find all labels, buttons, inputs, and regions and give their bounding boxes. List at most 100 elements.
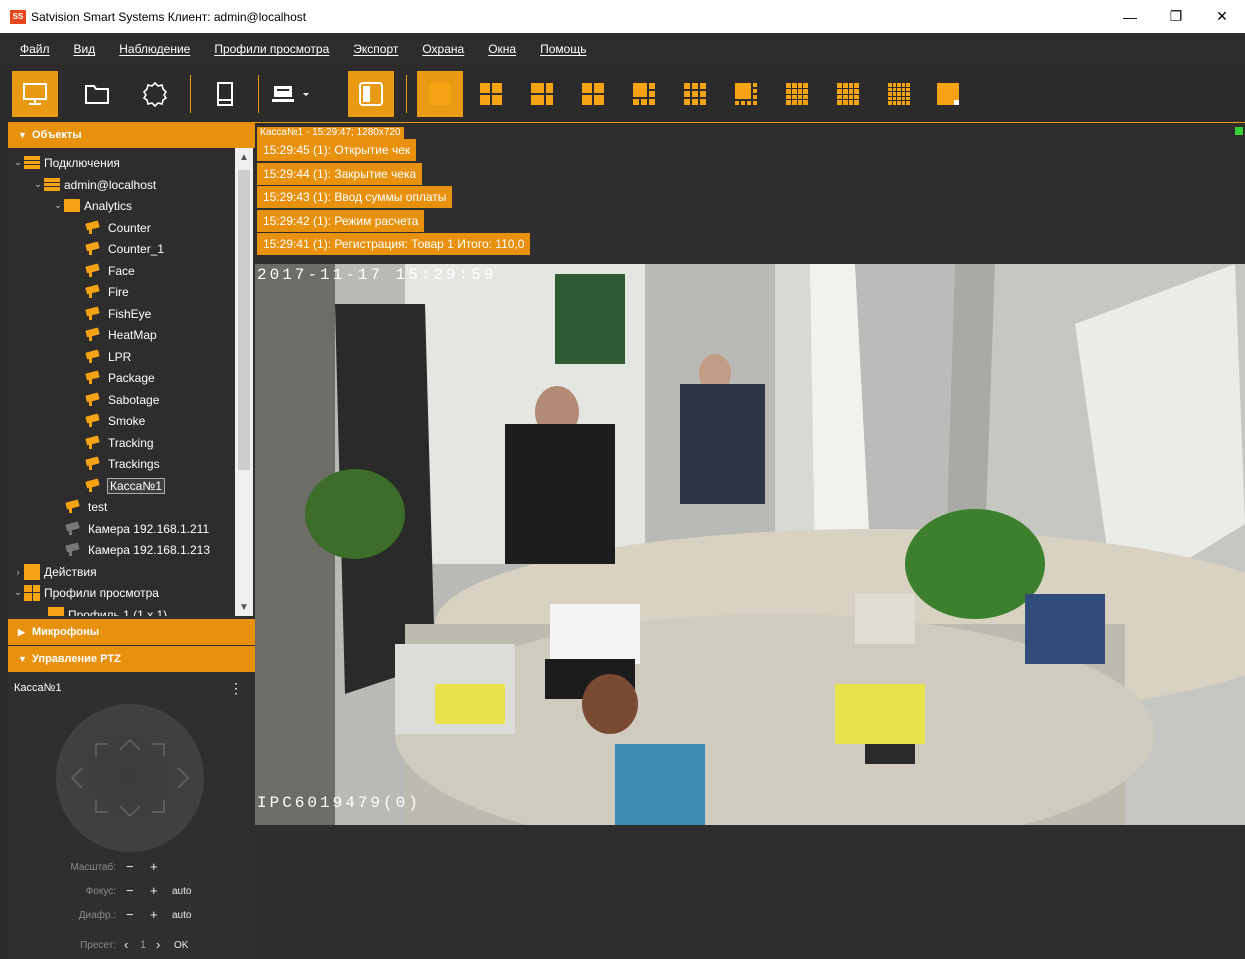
menu-view[interactable]: Вид <box>74 42 96 56</box>
layout-1plus5-button[interactable] <box>621 71 667 117</box>
layout-1plus3-icon <box>531 83 553 105</box>
iris-auto-button[interactable]: auto <box>172 910 191 921</box>
menu-file[interactable]: Файл <box>20 42 50 56</box>
tree-item-trackings[interactable]: Trackings <box>86 453 160 474</box>
iris-plus-button[interactable]: + <box>150 907 158 922</box>
settings-mode-button[interactable] <box>132 71 178 117</box>
microphones-section-header[interactable]: ▶ Микрофоны <box>8 619 255 645</box>
tree-item-smoke[interactable]: Smoke <box>86 410 145 431</box>
focus-plus-button[interactable]: + <box>150 883 158 898</box>
sidebar: ▼ Объекты ⌄ Подключения ⌄ admin@localhos… <box>8 122 255 959</box>
tree-item-kassa-1[interactable]: Касса№1 <box>86 475 165 496</box>
archive-mode-button[interactable] <box>74 71 120 117</box>
folder-icon <box>64 199 80 212</box>
layout-single-small-button[interactable] <box>925 71 971 117</box>
ptz-camera-name: Касса№1 <box>14 682 62 694</box>
zoom-in-button[interactable]: + <box>150 859 158 874</box>
tree-item-counter[interactable]: Counter <box>86 217 151 238</box>
layout-1plus7-button[interactable] <box>723 71 769 117</box>
layout-5x5-icon <box>888 83 910 105</box>
device-dropdown-button[interactable] <box>268 71 314 117</box>
iris-minus-button[interactable]: − <box>126 907 134 922</box>
tree-item-fire[interactable]: Fire <box>86 281 129 302</box>
pos-event-line: 15:29:45 (1): Открытие чек <box>257 139 417 161</box>
tree-item-counter-1[interactable]: Counter_1 <box>86 238 164 259</box>
layout-3x3-icon <box>684 83 706 105</box>
camera-video-frame[interactable]: 2017-11-17 15:29:59 IPC6019479(0) <box>255 264 1245 825</box>
video-viewer[interactable]: Касса№1 - 15:29:47; 1280x720 15:29:45 (1… <box>255 122 1245 959</box>
scroll-up-icon[interactable]: ▲ <box>235 148 253 166</box>
expand-chevron-icon[interactable]: ⌄ <box>12 587 24 598</box>
tree-item-profile-1[interactable]: Профиль 1 (1 x 1) <box>48 604 167 616</box>
tree-item-face[interactable]: Face <box>86 260 135 281</box>
layout-1plus3-button[interactable] <box>519 71 565 117</box>
tree-item-camera-211[interactable]: Камера 192.168.1.211 <box>66 518 209 539</box>
scroll-thumb[interactable] <box>238 170 250 470</box>
focus-auto-button[interactable]: auto <box>172 886 191 897</box>
ptz-section-header[interactable]: ▼ Управление PTZ <box>8 646 255 672</box>
tablet-mode-button[interactable] <box>202 71 248 117</box>
layout-2x2-button[interactable] <box>468 71 514 117</box>
tree-item-label-selected: Касса№1 <box>107 477 165 494</box>
tree-item-connections[interactable]: ⌄ Подключения <box>12 152 120 173</box>
expand-chevron-icon[interactable]: ⌄ <box>52 200 64 211</box>
menu-monitoring[interactable]: Наблюдение <box>119 42 190 56</box>
restore-button[interactable]: ❐ <box>1153 0 1199 33</box>
tree-item-label: Камера 192.168.1.211 <box>88 521 210 536</box>
layout-4x4b-button[interactable] <box>825 71 871 117</box>
menu-view-profiles[interactable]: Профили просмотра <box>214 42 329 56</box>
folder-icon <box>85 85 109 104</box>
layout-4x4-button[interactable] <box>774 71 820 117</box>
objects-section-header[interactable]: ▼ Объекты <box>8 122 255 148</box>
focus-control: Фокус: − + auto <box>8 882 255 902</box>
camera-icon <box>86 415 104 427</box>
focus-label: Фокус: <box>85 886 116 897</box>
tree-item-actions[interactable]: › Действия <box>12 561 97 582</box>
tree-scrollbar[interactable]: ▲ ▼ <box>235 148 253 616</box>
server-icon <box>24 156 40 170</box>
tree-item-package[interactable]: Package <box>86 367 155 388</box>
layout-4x4b-icon <box>837 83 859 105</box>
tree-item-view-profiles[interactable]: ⌄ Профили просмотра <box>12 582 159 603</box>
server-icon <box>44 178 60 192</box>
menu-bar: Файл Вид Наблюдение Профили просмотра Эк… <box>0 33 1245 65</box>
layout-1x1-button[interactable] <box>417 71 463 117</box>
close-button[interactable]: ✕ <box>1199 0 1245 33</box>
tree-item-analytics[interactable]: ⌄ Analytics <box>52 195 132 216</box>
preset-next-button[interactable]: › <box>156 937 160 952</box>
tree-item-sabotage[interactable]: Sabotage <box>86 389 159 410</box>
panel-toggle-button[interactable] <box>348 71 394 117</box>
layout-5x5-button[interactable] <box>876 71 922 117</box>
collapsed-chevron-icon[interactable]: › <box>12 567 24 577</box>
scroll-down-icon[interactable]: ▼ <box>235 598 253 616</box>
panel-icon <box>359 82 383 106</box>
expand-chevron-icon[interactable]: ⌄ <box>12 157 24 168</box>
minimize-button[interactable]: — <box>1107 0 1153 33</box>
tree-item-label: Действия <box>44 564 97 579</box>
camera-icon <box>86 480 104 492</box>
tree-item-label: Камера 192.168.1.213 <box>88 542 211 557</box>
preset-value[interactable]: 1 <box>140 939 146 951</box>
tree-item-fisheye[interactable]: FishEye <box>86 303 151 324</box>
menu-windows[interactable]: Окна <box>488 42 516 56</box>
focus-minus-button[interactable]: − <box>126 883 134 898</box>
menu-security[interactable]: Охрана <box>422 42 464 56</box>
menu-help[interactable]: Помощь <box>540 42 586 56</box>
layout-3x3-button[interactable] <box>672 71 718 117</box>
menu-export[interactable]: Экспорт <box>353 42 398 56</box>
ptz-joystick[interactable] <box>56 704 204 852</box>
tree-item-camera-213[interactable]: Камера 192.168.1.213 <box>66 539 210 560</box>
preset-ok-button[interactable]: OK <box>174 940 188 951</box>
tree-item-tracking[interactable]: Tracking <box>86 432 154 453</box>
layout-2x2b-button[interactable] <box>570 71 616 117</box>
more-options-icon[interactable]: ⋮ <box>229 680 243 697</box>
monitor-mode-button[interactable] <box>12 71 58 117</box>
iris-label: Диафр.: <box>78 910 116 921</box>
tree-item-test[interactable]: test <box>66 496 107 517</box>
preset-prev-button[interactable]: ‹ <box>124 937 128 952</box>
tree-item-heatmap[interactable]: HeatMap <box>86 324 157 345</box>
expand-chevron-icon[interactable]: ⌄ <box>32 179 44 190</box>
tree-item-admin-localhost[interactable]: ⌄ admin@localhost <box>32 174 156 195</box>
zoom-out-button[interactable]: − <box>126 859 134 874</box>
tree-item-lpr[interactable]: LPR <box>86 346 131 367</box>
